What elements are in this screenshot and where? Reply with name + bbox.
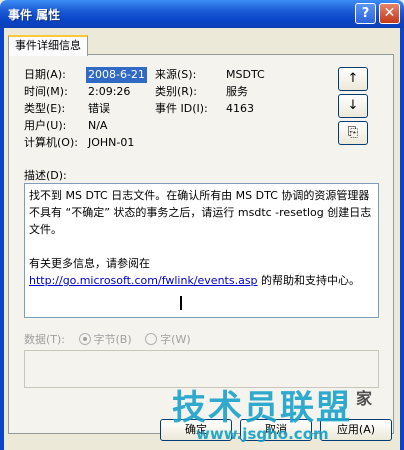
date-label: 日期(A): bbox=[24, 68, 66, 81]
arrow-down-icon: ↓ bbox=[347, 98, 359, 113]
next-event-button[interactable]: ↓ bbox=[338, 94, 368, 118]
description-textbox[interactable]: 找不到 MS DTC 日志文件。在确认所有由 MS DTC 协调的资源管理器不具… bbox=[24, 183, 379, 318]
description-help-suffix: 的帮助和支持中心。 bbox=[257, 274, 361, 287]
source-label: 来源(S): bbox=[155, 68, 197, 81]
description-label: 描述(D): bbox=[24, 169, 67, 182]
user-label: 用户(U): bbox=[24, 119, 67, 132]
words-radio-label: 字(W) bbox=[160, 333, 191, 346]
bytes-radio-label: 字节(B) bbox=[93, 333, 132, 346]
help-center-link[interactable]: http://go.microsoft.com/fwlink/events.as… bbox=[29, 274, 258, 287]
radio-icon bbox=[78, 333, 91, 345]
watermark-logo: 技术员联盟 bbox=[172, 388, 352, 428]
close-icon: ✕ bbox=[383, 5, 396, 21]
data-format-row: 数据(T): 字节(B) 字(W) bbox=[24, 331, 191, 347]
copy-icon: ⎘ bbox=[347, 125, 359, 140]
category-value[interactable]: 服务 bbox=[226, 84, 248, 100]
date-value[interactable]: 2008-6-21 bbox=[86, 67, 147, 83]
source-value[interactable]: MSDTC bbox=[226, 67, 265, 83]
window-frame-right bbox=[400, 28, 404, 450]
previous-event-button[interactable]: ↑ bbox=[338, 67, 368, 91]
arrow-up-icon: ↑ bbox=[347, 71, 359, 86]
event-properties-window: 事件 属性 ? ✕ 事件详细信息 日期(A): 2008-6-21 来源(S):… bbox=[0, 0, 404, 450]
computer-value[interactable]: JOHN-01 bbox=[88, 135, 134, 151]
bytes-radio[interactable]: 字节(B) bbox=[78, 333, 132, 346]
description-text: 找不到 MS DTC 日志文件。在确认所有由 MS DTC 协调的资源管理器不具… bbox=[29, 189, 372, 236]
help-button[interactable]: ? bbox=[355, 3, 376, 24]
time-label: 时间(M): bbox=[24, 85, 68, 98]
user-value[interactable]: N/A bbox=[88, 118, 107, 134]
category-label: 类别(R): bbox=[155, 85, 197, 98]
time-value[interactable]: 2:09:26 bbox=[88, 84, 130, 100]
close-button[interactable]: ✕ bbox=[379, 3, 400, 24]
window-title: 事件 属性 bbox=[8, 8, 61, 22]
copy-event-button[interactable]: ⎘ bbox=[338, 121, 368, 145]
title-bar[interactable]: 事件 属性 ? ✕ bbox=[0, 0, 404, 28]
computer-label: 计算机(O): bbox=[24, 136, 78, 149]
event-id-value[interactable]: 4163 bbox=[226, 101, 254, 117]
radio-icon bbox=[145, 333, 158, 345]
text-cursor-icon bbox=[180, 296, 182, 310]
watermark-url: www.jsgho.com bbox=[196, 425, 329, 443]
description-more-info: 有关更多信息，请参阅在 bbox=[29, 257, 150, 270]
data-label: 数据(T): bbox=[24, 333, 66, 346]
tab-event-details[interactable]: 事件详细信息 bbox=[8, 35, 88, 56]
window-frame-left bbox=[0, 28, 4, 450]
watermark-side: 家 bbox=[356, 389, 373, 408]
event-id-label: 事件 ID(I): bbox=[155, 102, 208, 115]
help-icon: ? bbox=[361, 6, 370, 21]
words-radio[interactable]: 字(W) bbox=[145, 333, 191, 346]
type-value[interactable]: 错误 bbox=[88, 101, 110, 117]
type-label: 类型(E): bbox=[24, 102, 66, 115]
